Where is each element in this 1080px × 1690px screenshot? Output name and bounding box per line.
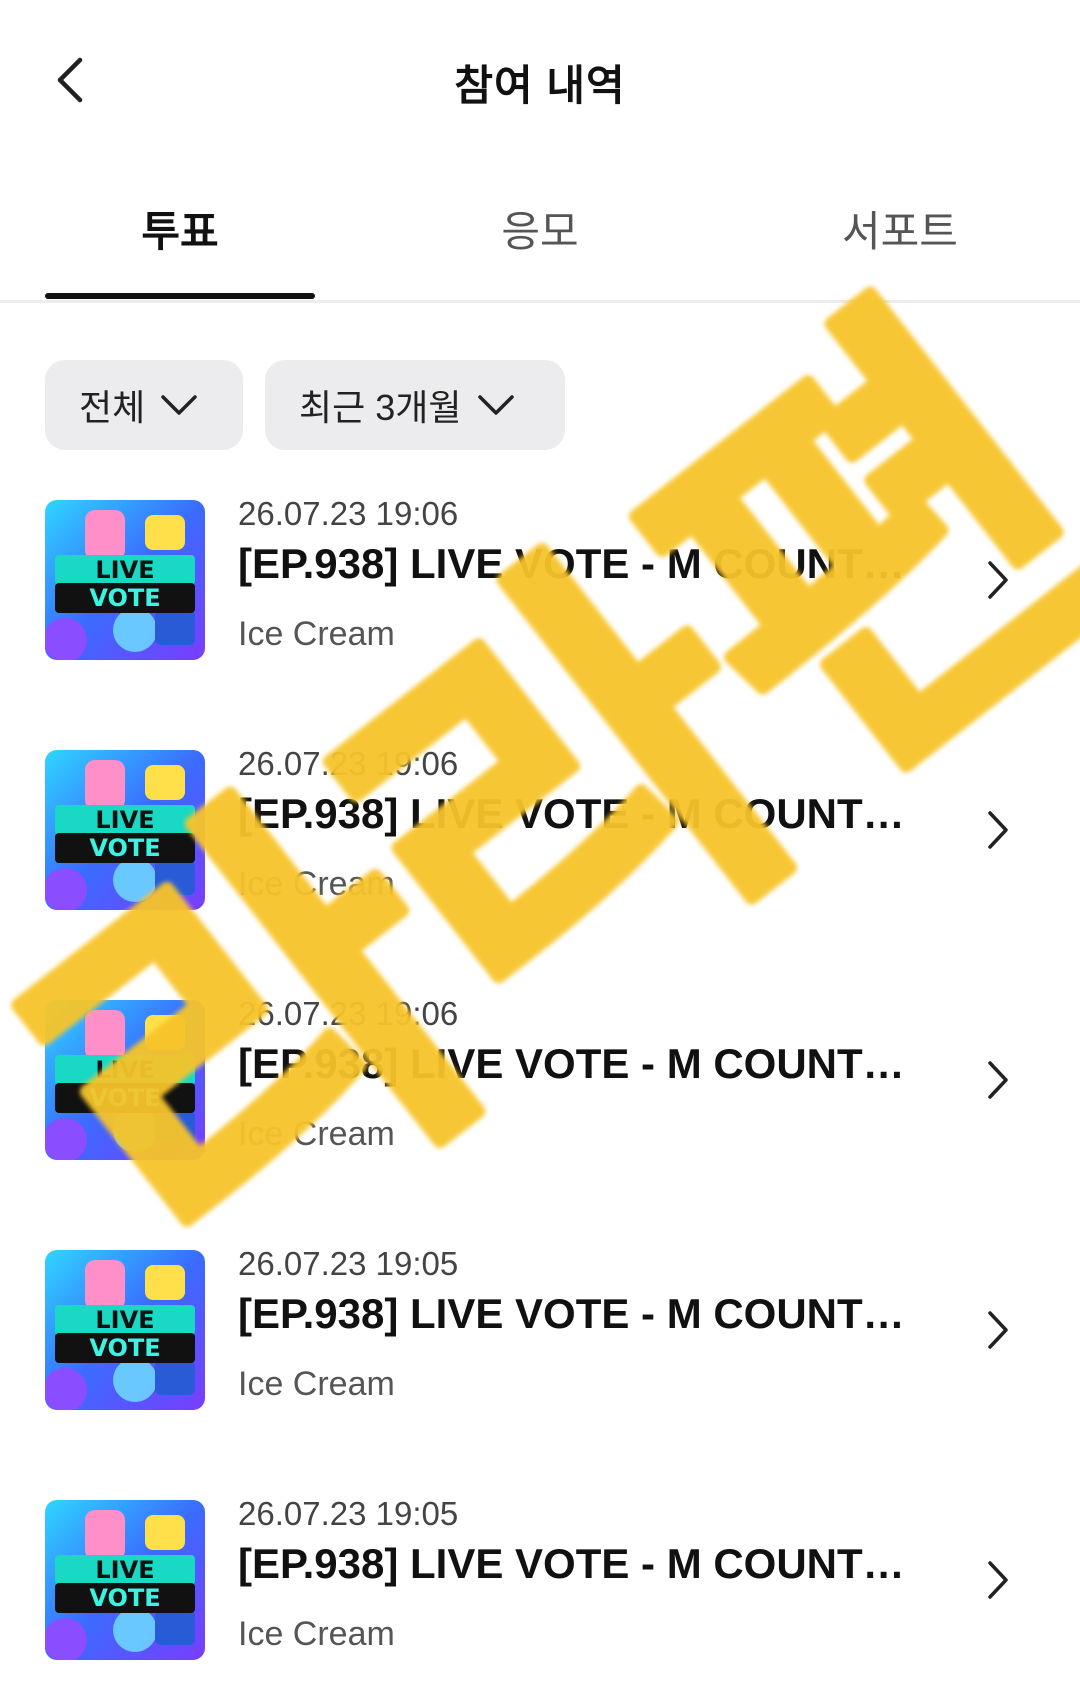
live-vote-thumbnail: LIVE VOTE	[45, 500, 205, 660]
header: 참여 내역	[0, 0, 1080, 160]
item-artist: Ice Cream	[238, 615, 395, 653]
item-artist: Ice Cream	[238, 865, 395, 903]
thumbnail-line1: LIVE	[95, 1306, 154, 1334]
item-title: [EP.938] LIVE VOTE - M COUNTDOWN	[238, 1540, 918, 1587]
chevron-right-icon	[988, 1311, 1008, 1349]
filter-type-dropdown[interactable]: 전체	[45, 360, 243, 450]
thumbnail-line2: VOTE	[89, 1584, 160, 1612]
item-artist: Ice Cream	[238, 1365, 395, 1403]
item-title: [EP.938] LIVE VOTE - M COUNTDOWN	[238, 1290, 918, 1337]
list-item[interactable]: LIVE VOTE 26.07.23 19:06 [EP.938] LIVE V…	[0, 990, 1080, 1190]
thumbnail-line2: VOTE	[89, 1084, 160, 1112]
chevron-right-icon	[988, 561, 1008, 599]
thumbnail-line1: LIVE	[95, 1056, 154, 1084]
item-title: [EP.938] LIVE VOTE - M COUNTDOWN	[238, 790, 918, 837]
thumbnail-line1: LIVE	[95, 1556, 154, 1584]
chevron-right-icon	[988, 811, 1008, 849]
page-title: 참여 내역	[454, 62, 626, 109]
thumbnail-line2: VOTE	[89, 1334, 160, 1362]
tab-support[interactable]: 서포트	[720, 198, 1080, 259]
tab-vote[interactable]: 투표	[0, 198, 360, 259]
chevron-down-icon	[161, 395, 197, 415]
tab-bar: 투표 응모 서포트	[0, 180, 1080, 303]
list-item[interactable]: LIVE VOTE 26.07.23 19:05 [EP.938] LIVE V…	[0, 1240, 1080, 1440]
live-vote-thumbnail: LIVE VOTE	[45, 1250, 205, 1410]
thumbnail-line1: LIVE	[95, 806, 154, 834]
item-date: 26.07.23 19:05	[238, 1245, 459, 1282]
item-date: 26.07.23 19:06	[238, 995, 459, 1032]
chevron-down-icon	[477, 395, 514, 415]
thumbnail-line1: LIVE	[95, 556, 154, 584]
tab-active-indicator	[45, 293, 315, 299]
live-vote-thumbnail: LIVE VOTE	[45, 1500, 205, 1660]
item-artist: Ice Cream	[238, 1615, 395, 1653]
thumbnail-line2: VOTE	[89, 584, 160, 612]
filter-period-label: 최근 3개월	[299, 387, 462, 428]
tab-entry[interactable]: 응모	[360, 198, 720, 259]
filter-type-label: 전체	[79, 387, 146, 428]
chevron-right-icon	[988, 1061, 1008, 1099]
list-item[interactable]: LIVE VOTE 26.07.23 19:06 [EP.938] LIVE V…	[0, 490, 1080, 690]
item-artist: Ice Cream	[238, 1115, 395, 1153]
list-item[interactable]: LIVE VOTE 26.07.23 19:06 [EP.938] LIVE V…	[0, 740, 1080, 940]
item-date: 26.07.23 19:05	[238, 1495, 459, 1532]
item-date: 26.07.23 19:06	[238, 745, 459, 782]
item-date: 26.07.23 19:06	[238, 495, 459, 532]
list-item[interactable]: LIVE VOTE 26.07.23 19:05 [EP.938] LIVE V…	[0, 1490, 1080, 1690]
chevron-right-icon	[988, 1561, 1008, 1599]
live-vote-thumbnail: LIVE VOTE	[45, 1000, 205, 1160]
filter-period-dropdown[interactable]: 최근 3개월	[265, 360, 565, 450]
item-title: [EP.938] LIVE VOTE - M COUNTDOWN	[238, 1040, 918, 1087]
live-vote-thumbnail: LIVE VOTE	[45, 750, 205, 910]
item-title: [EP.938] LIVE VOTE - M COUNTDOWN	[238, 540, 918, 587]
thumbnail-line2: VOTE	[89, 834, 160, 862]
